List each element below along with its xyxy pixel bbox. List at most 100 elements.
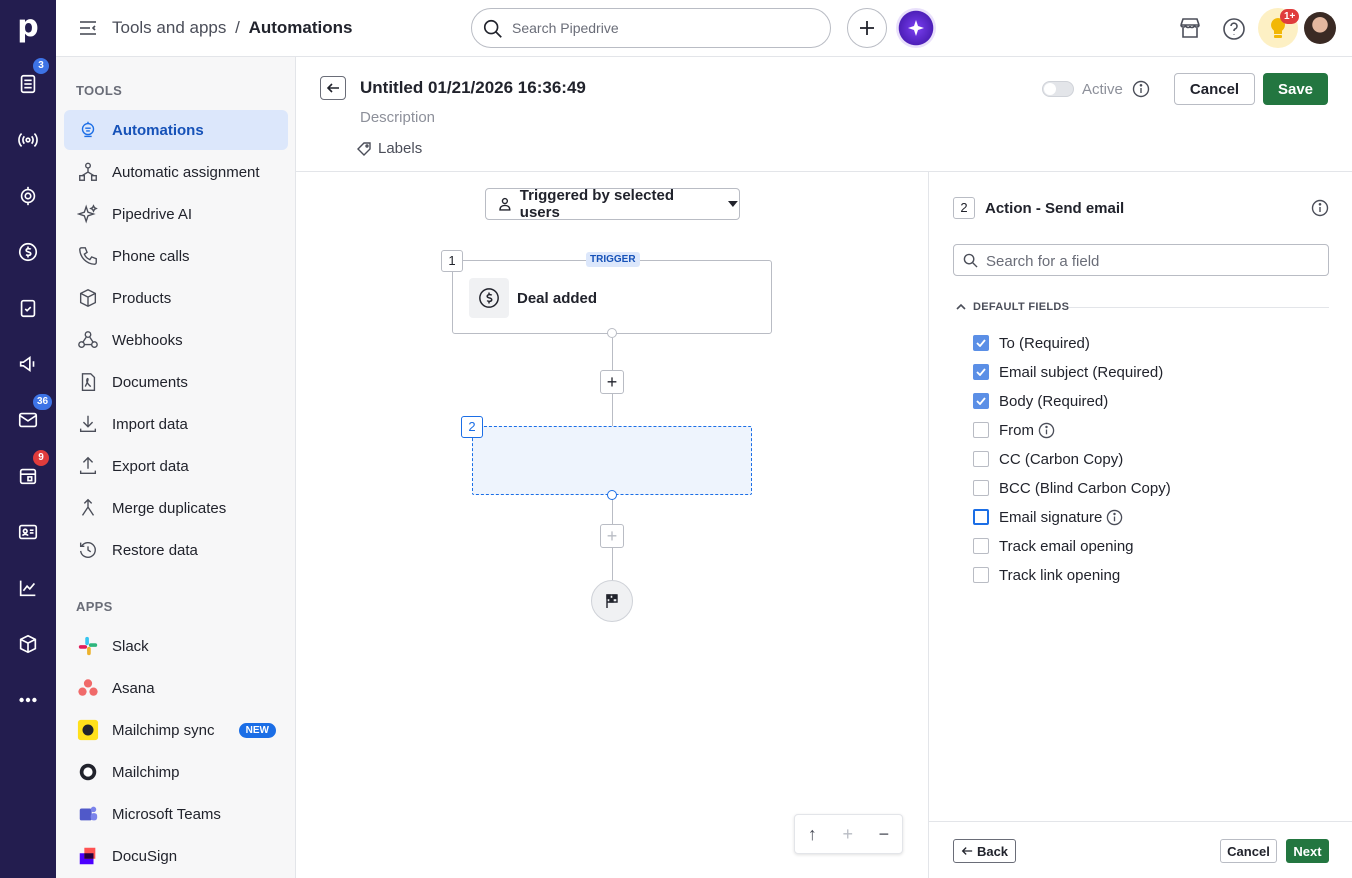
plus-icon	[860, 21, 874, 35]
search-icon	[483, 19, 502, 38]
checkbox-checked[interactable]	[973, 364, 989, 380]
sidebar-item-phone-calls[interactable]: Phone calls	[64, 236, 288, 276]
zoom-out-icon[interactable]: −	[879, 824, 890, 845]
insights-icon[interactable]	[16, 576, 40, 600]
pipedrive-logo[interactable]: p	[14, 10, 42, 44]
user-avatar[interactable]	[1304, 12, 1336, 44]
calendar-icon[interactable]	[16, 464, 40, 488]
sidebar-item-label: Phone calls	[112, 247, 190, 265]
labels-button[interactable]: Labels	[356, 140, 422, 157]
sidebar-item-label: Microsoft Teams	[112, 805, 221, 823]
trigger-node-label: Deal added	[517, 290, 598, 307]
contacts-icon[interactable]	[16, 520, 40, 544]
tasks-icon[interactable]	[16, 296, 40, 320]
checkbox-checked[interactable]	[973, 335, 989, 351]
products-icon[interactable]	[16, 632, 40, 656]
end-node	[591, 580, 633, 622]
info-icon[interactable]	[1311, 199, 1329, 217]
add-step-button[interactable]: +	[600, 524, 624, 548]
active-toggle[interactable]	[1042, 81, 1074, 97]
step-number: 2	[461, 416, 483, 438]
save-button[interactable]: Save	[1263, 73, 1328, 105]
field-option[interactable]: Email subject (Required)	[973, 362, 1163, 382]
breadcrumb-current: Automations	[248, 18, 353, 37]
field-search-input[interactable]: Search for a field	[953, 244, 1329, 276]
field-label: To (Required)	[999, 334, 1090, 352]
sidebar-item-slack[interactable]: Slack	[64, 626, 288, 666]
zoom-controls: ↑ + −	[794, 814, 903, 854]
sidebar-item-automatic-assignment[interactable]: Automatic assignment	[64, 152, 288, 192]
teams-logo-icon	[76, 802, 100, 826]
info-icon[interactable]	[1106, 509, 1123, 526]
automation-title[interactable]: Untitled 01/21/2026 16:36:49	[360, 78, 586, 98]
checkbox-checked[interactable]	[973, 393, 989, 409]
field-option[interactable]: CC (Carbon Copy)	[973, 449, 1123, 469]
field-label: BCC (Blind Carbon Copy)	[999, 479, 1171, 497]
sidebar-item-import-data[interactable]: Import data	[64, 404, 288, 444]
sidebar-item-automations[interactable]: Automations	[64, 110, 288, 150]
workflow-canvas[interactable]: Triggered by selected users Deal added 1…	[296, 172, 928, 878]
back-button[interactable]	[320, 76, 346, 100]
sidebar-item-asana[interactable]: Asana	[64, 668, 288, 708]
sidebar-item-export-data[interactable]: Export data	[64, 446, 288, 486]
sidebar-item-microsoft-teams[interactable]: Microsoft Teams	[64, 794, 288, 834]
marketplace-icon[interactable]	[1178, 17, 1202, 39]
field-option[interactable]: Track link opening	[973, 565, 1120, 585]
activities-icon[interactable]	[16, 72, 40, 96]
next-button[interactable]: Next	[1286, 839, 1329, 863]
apps-heading: APPS	[76, 599, 113, 614]
info-icon[interactable]	[1038, 422, 1055, 439]
sidebar-item-label: Mailchimp sync	[112, 721, 215, 739]
sidebar-item-mailchimp[interactable]: Mailchimp	[64, 752, 288, 792]
breadcrumb-parent[interactable]: Tools and apps	[112, 18, 226, 37]
action-node-placeholder[interactable]	[472, 426, 752, 495]
checkbox-unchecked[interactable]	[973, 480, 989, 496]
sidebar-item-documents[interactable]: Documents	[64, 362, 288, 402]
sidebar-item-docusign[interactable]: DocuSign	[64, 836, 288, 876]
trigger-node[interactable]: Deal added	[452, 260, 772, 334]
more-icon[interactable]	[16, 688, 40, 712]
leads-icon[interactable]	[16, 128, 40, 152]
checkbox-unchecked[interactable]	[973, 567, 989, 583]
mail-icon[interactable]	[16, 408, 40, 432]
sidebar-item-label: Webhooks	[112, 331, 183, 349]
field-option[interactable]: Track email opening	[973, 536, 1134, 556]
cancel-button[interactable]: Cancel	[1174, 73, 1255, 105]
panel-cancel-button[interactable]: Cancel	[1220, 839, 1277, 863]
zoom-in-icon[interactable]: +	[842, 824, 853, 845]
sidebar-item-merge-duplicates[interactable]: Merge duplicates	[64, 488, 288, 528]
sidebar-item-label: Restore data	[112, 541, 198, 559]
default-fields-heading[interactable]: DEFAULT FIELDS	[973, 301, 1069, 313]
sidebar-item-webhooks[interactable]: Webhooks	[64, 320, 288, 360]
add-step-button[interactable]: +	[600, 370, 624, 394]
back-step-button[interactable]: Back	[953, 839, 1016, 863]
arrow-up-icon[interactable]: ↑	[808, 824, 817, 845]
sidebar-item-products[interactable]: Products	[64, 278, 288, 318]
target-icon[interactable]	[16, 184, 40, 208]
checkbox-unchecked-focused[interactable]	[973, 509, 989, 525]
sidebar-item-pipedrive-ai[interactable]: Pipedrive AI	[64, 194, 288, 234]
field-option[interactable]: Body (Required)	[973, 391, 1108, 411]
checkbox-unchecked[interactable]	[973, 538, 989, 554]
field-option[interactable]: To (Required)	[973, 333, 1090, 353]
trigger-tag: TRIGGER	[586, 252, 640, 267]
trigger-scope-select[interactable]: Triggered by selected users	[485, 187, 740, 221]
deals-icon[interactable]	[16, 240, 40, 264]
quick-add-button[interactable]	[847, 8, 887, 48]
chevron-up-icon[interactable]	[955, 302, 967, 312]
ai-assistant-button[interactable]	[896, 8, 936, 48]
field-option[interactable]: Email signature	[973, 507, 1123, 527]
field-option[interactable]: BCC (Blind Carbon Copy)	[973, 478, 1171, 498]
document-icon	[76, 370, 100, 394]
menu-toggle-icon[interactable]	[78, 18, 98, 38]
sidebar-item-restore-data[interactable]: Restore data	[64, 530, 288, 570]
checkbox-unchecked[interactable]	[973, 422, 989, 438]
field-option[interactable]: From	[973, 420, 1055, 440]
checkbox-unchecked[interactable]	[973, 451, 989, 467]
help-icon[interactable]	[1222, 17, 1246, 41]
campaigns-icon[interactable]	[16, 352, 40, 376]
description-field[interactable]: Description	[360, 109, 435, 126]
global-search-input[interactable]: Search Pipedrive	[471, 8, 831, 48]
info-icon[interactable]	[1132, 80, 1150, 98]
sidebar-item-mailchimp-sync[interactable]: Mailchimp sync NEW	[64, 710, 288, 750]
